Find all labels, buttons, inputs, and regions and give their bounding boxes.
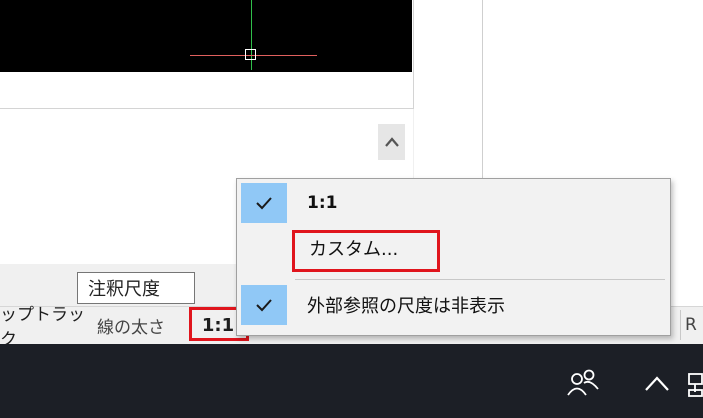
network-icon[interactable]	[688, 370, 703, 398]
status-snap-track[interactable]: ップトラック	[0, 305, 92, 350]
menu-item-label: 1:1	[307, 193, 338, 213]
check-icon	[241, 183, 287, 223]
chevron-up-icon	[384, 137, 399, 147]
status-item-partial[interactable]: R	[680, 310, 703, 340]
show-hidden-icons-chevron-icon[interactable]	[642, 372, 672, 394]
tooltip-text: 注釈尺度	[88, 279, 160, 300]
scroll-up-button[interactable]	[378, 124, 405, 160]
annotation-scale-tooltip: 注釈尺度	[77, 272, 195, 304]
menu-item-hide-xref-scales[interactable]: 外部参照の尺度は非表示	[237, 285, 670, 325]
drawing-viewport[interactable]	[0, 0, 412, 72]
check-icon	[241, 285, 287, 325]
status-lineweight[interactable]: 線の太さ	[97, 310, 187, 340]
menu-item-scale-1-1[interactable]: 1:1	[237, 183, 670, 223]
menu-separator	[295, 279, 665, 280]
people-icon[interactable]	[566, 368, 600, 398]
custom-highlight-box	[292, 230, 440, 272]
cursor-pickbox-icon	[245, 49, 256, 60]
menu-item-label: 外部参照の尺度は非表示	[307, 296, 505, 317]
